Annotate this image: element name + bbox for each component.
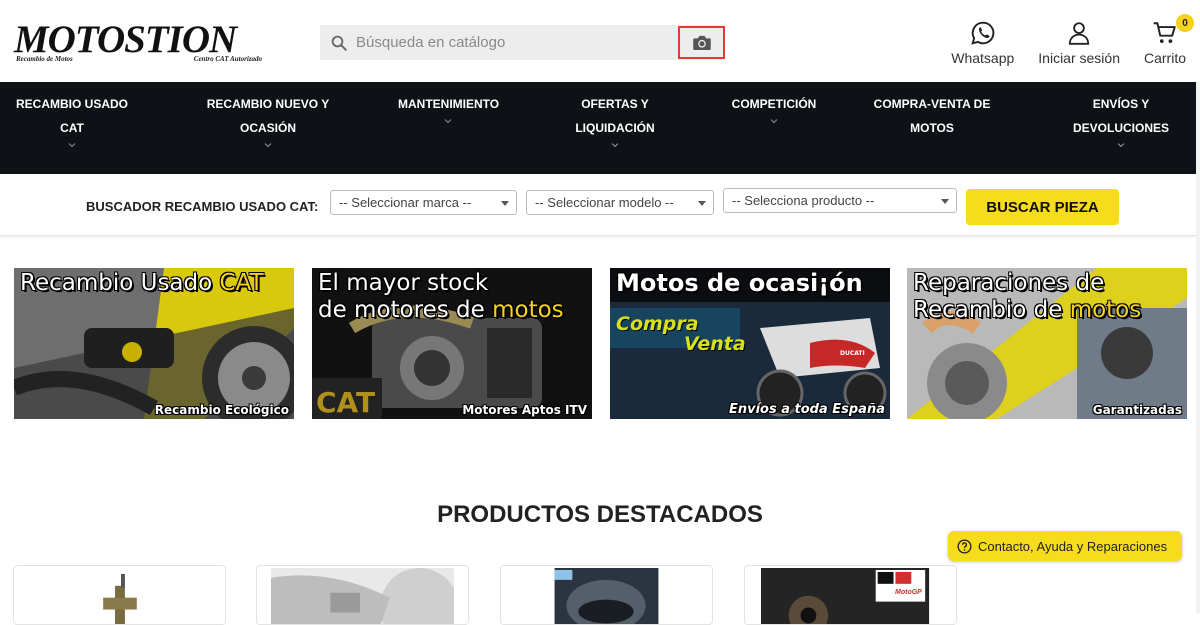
image-search-button[interactable] <box>678 26 725 59</box>
banner-title-line: Recambio de <box>913 297 1063 323</box>
chevron-down-icon <box>611 143 619 148</box>
main-navigation: RECAMBIO USADO CAT RECAMBIO NUEVO Y OCAS… <box>0 82 1200 174</box>
banner-title-highlight: motos <box>1069 297 1142 323</box>
banner-footer: Garantizadas <box>1092 403 1182 417</box>
product-select-value: -- Selecciona producto -- <box>732 193 875 208</box>
brand-select[interactable]: -- Seleccionar marca -- <box>330 190 517 215</box>
finder-label: BUSCADOR RECAMBIO USADO CAT: <box>86 199 319 214</box>
user-icon <box>1068 22 1090 45</box>
banner-footer: Recambio Ecológico <box>154 403 289 417</box>
banner-title: Recambio Usado CAT <box>20 270 288 297</box>
login-link[interactable]: Iniciar sesión <box>1038 20 1120 66</box>
dropdown-arrow-icon <box>941 199 949 204</box>
search-bar <box>320 25 725 60</box>
banner-subtitle: Compra Venta <box>616 314 746 354</box>
nav-item-compra-venta[interactable]: COMPRA-VENTA DE MOTOS <box>868 92 996 140</box>
product-card[interactable]: MotoGP <box>744 565 957 625</box>
dropdown-arrow-icon <box>501 201 509 206</box>
banner-title-line: Reparaciones de <box>913 270 1105 296</box>
banner-watermark: CAT <box>316 386 376 419</box>
site-logo[interactable]: MOTOSTION Recambio de Motos Centro CAT A… <box>14 18 266 66</box>
page-scrollbar[interactable] <box>1196 82 1200 613</box>
login-label: Iniciar sesión <box>1038 50 1120 66</box>
cart-link[interactable]: 0 Carrito <box>1143 14 1194 66</box>
banner-title: Reparaciones de Recambio de motos <box>913 270 1181 324</box>
nav-item-mantenimiento[interactable]: MANTENIMIENTO <box>398 92 500 126</box>
banner-reparaciones[interactable]: Reparaciones de Recambio de motos Garant… <box>907 268 1187 419</box>
contact-help-label: Contacto, Ayuda y Reparaciones <box>978 538 1168 554</box>
nav-item-competicion[interactable]: COMPETICIÓN <box>730 92 818 126</box>
nav-item-ofertas[interactable]: OFERTAS Y LIQUIDACIÓN <box>542 92 688 150</box>
site-header: MOTOSTION Recambio de Motos Centro CAT A… <box>0 0 1200 82</box>
search-icon <box>331 35 347 51</box>
nav-item-label: RECAMBIO USADO CAT <box>15 97 128 135</box>
banner-title-highlight: CAT <box>219 270 264 296</box>
whatsapp-icon <box>971 21 995 45</box>
nav-item-label: COMPETICIÓN <box>731 97 817 111</box>
nav-item-recambio-nuevo[interactable]: RECAMBIO NUEVO Y OCASIÓN <box>205 92 331 150</box>
dropdown-arrow-icon <box>698 201 706 206</box>
nav-item-label: ENVÍOS Y DEVOLUCIONES <box>1072 97 1169 135</box>
product-card[interactable] <box>500 565 713 625</box>
cart-count-badge: 0 <box>1176 14 1194 32</box>
nav-item-label: COMPRA-VENTA DE MOTOS <box>873 97 991 135</box>
banner-title-highlight: motos <box>492 297 564 323</box>
search-part-button[interactable]: BUSCAR PIEZA <box>966 189 1119 225</box>
banner-motores[interactable]: El mayor stock de motores de motos CAT M… <box>312 268 592 419</box>
product-image <box>515 568 698 624</box>
cart-icon <box>1153 22 1176 43</box>
nav-item-recambio-usado-cat[interactable]: RECAMBIO USADO CAT <box>6 92 138 150</box>
featured-products-title: PRODUCTOS DESTACADOS <box>437 501 763 528</box>
banner-title: El mayor stock de motores de motos <box>318 270 586 324</box>
header-actions: Whatsapp Iniciar sesión 0 Carrito <box>951 14 1194 66</box>
product-image <box>759 568 942 624</box>
logo-wordmark: MOTOSTION <box>14 18 237 61</box>
logo-taglines: Recambio de Motos Centro CAT Autorizado <box>16 55 262 63</box>
contact-help-button[interactable]: Contacto, Ayuda y Reparaciones <box>948 531 1182 561</box>
banner-title-line: de motores de <box>318 297 485 323</box>
nav-item-label: OFERTAS Y LIQUIDACIÓN <box>575 97 655 135</box>
logo-tagline-right: Centro CAT Autorizado <box>193 55 262 63</box>
chevron-down-icon <box>68 143 76 148</box>
logo-tagline-left: Recambio de Motos <box>16 55 73 63</box>
model-select-value: -- Seleccionar modelo -- <box>535 195 674 210</box>
cart-label: Carrito <box>1143 50 1186 66</box>
search-input[interactable] <box>356 25 676 60</box>
nav-item-label: MANTENIMIENTO <box>398 97 500 111</box>
motogp-logo: MotoGP <box>895 589 922 596</box>
product-image <box>271 568 454 624</box>
whatsapp-label: Whatsapp <box>951 50 1015 66</box>
banner-recambio-usado[interactable]: Recambio Usado CAT Recambio Ecológico <box>14 268 294 419</box>
ducati-logo: DUCATI <box>840 350 865 357</box>
banner-subtitle-line: Compra <box>616 313 699 335</box>
banner-footer: Motores Aptos ITV <box>462 403 587 417</box>
help-icon <box>957 538 972 554</box>
chevron-down-icon <box>1117 143 1125 148</box>
product-image <box>28 568 211 624</box>
nav-item-envios[interactable]: ENVÍOS Y DEVOLUCIONES <box>1045 92 1197 150</box>
product-select[interactable]: -- Selecciona producto -- <box>723 188 957 213</box>
product-card[interactable] <box>256 565 469 625</box>
model-select[interactable]: -- Seleccionar modelo -- <box>526 190 714 215</box>
product-card[interactable] <box>13 565 226 625</box>
chevron-down-icon <box>264 143 272 148</box>
chevron-down-icon <box>770 119 778 124</box>
banner-motos-ocasion[interactable]: Motos de ocasi¡ón Compra Venta DUCATI En… <box>610 268 890 419</box>
camera-icon <box>692 35 711 50</box>
banner-footer: Envíos a toda España <box>728 402 885 417</box>
banner-subtitle-line: Venta <box>684 333 746 355</box>
brand-select-value: -- Seleccionar marca -- <box>339 195 472 210</box>
nav-item-label: RECAMBIO NUEVO Y OCASIÓN <box>206 97 330 135</box>
banner-title-line: El mayor stock <box>318 270 489 296</box>
banner-title: Motos de ocasi¡ón <box>616 269 863 297</box>
banner-title-line: Recambio Usado <box>20 270 213 296</box>
chevron-down-icon <box>444 119 452 124</box>
whatsapp-link[interactable]: Whatsapp <box>951 20 1014 66</box>
